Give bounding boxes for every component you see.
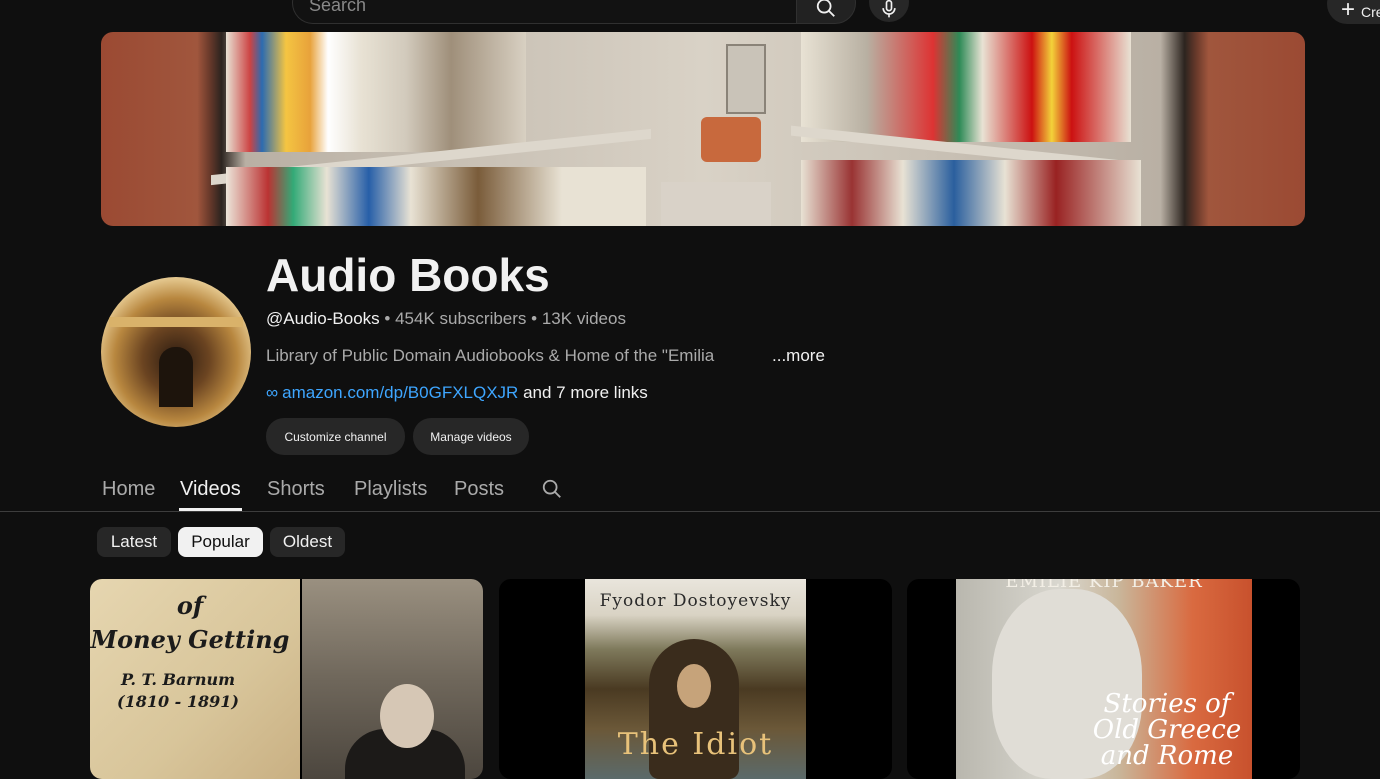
manage-videos-button[interactable]: Manage videos [413, 418, 529, 455]
chip-popular-label: Popular [191, 532, 250, 551]
banner-books-left [226, 32, 526, 152]
link-icon: ∞ [266, 383, 279, 402]
thumbnail-author: Fyodor Dostoyevsky [599, 591, 792, 611]
banner-books-right-lower [801, 160, 1141, 226]
microphone-icon [882, 0, 896, 18]
thumbnail-title-line: and Rome [1100, 741, 1234, 771]
video-count: 13K videos [541, 309, 626, 328]
channel-links: ∞ amazon.com/dp/B0GFXLQXJR and 7 more lin… [266, 383, 648, 403]
video-thumbnail[interactable]: EMILIE KIP BAKER Stories of Old Greece a… [907, 579, 1300, 779]
banner-floor [661, 182, 771, 226]
search-input[interactable]: Search [292, 0, 796, 24]
banner-chairs [701, 117, 761, 162]
thumbnail-text: P. T. Barnum [120, 670, 236, 689]
channel-search-button[interactable] [541, 478, 563, 505]
video-thumbnail[interactable]: Fyodor Dostoyevsky The Idiot [499, 579, 892, 779]
thumbnail-title: Stories of Old Greece and Rome [1077, 691, 1257, 769]
thumbnail-text: (1810 - 1891) [117, 692, 239, 711]
chip-popular[interactable]: Popular [178, 527, 263, 557]
plus-icon: + [1341, 0, 1356, 23]
channel-banner [101, 32, 1305, 226]
thumbnail-text: Money Getting [90, 625, 290, 654]
active-tab-indicator [179, 508, 242, 511]
thumbnail-title-line: Stories of [1103, 689, 1231, 719]
tab-videos[interactable]: Videos [180, 478, 241, 501]
tab-shorts[interactable]: Shorts [267, 478, 325, 501]
customize-channel-button[interactable]: Customize channel [266, 418, 405, 455]
avatar-gallery [109, 317, 243, 327]
customize-channel-label: Customize channel [284, 429, 387, 444]
thumbnail-title-line: Old Greece [1092, 715, 1242, 745]
banner-books-right [801, 32, 1131, 142]
tab-home[interactable]: Home [102, 478, 155, 501]
channel-title: Audio Books [266, 249, 550, 301]
search-icon [816, 0, 835, 17]
tab-playlists[interactable]: Playlists [354, 478, 427, 501]
avatar-arch [159, 347, 193, 407]
chip-oldest-label: Oldest [282, 532, 333, 551]
voice-search-button[interactable] [869, 0, 909, 22]
meta-separator: • [531, 309, 538, 328]
subscriber-count: 454K subscribers [395, 309, 527, 328]
create-label: Create [1361, 4, 1380, 20]
chip-oldest[interactable]: Oldest [270, 527, 345, 557]
channel-link[interactable]: amazon.com/dp/B0GFXLQXJR [282, 383, 518, 402]
channel-description[interactable]: Library of Public Domain Audiobooks & Ho… [266, 346, 714, 366]
video-thumbnail[interactable]: of Money Getting P. T. Barnum (1810 - 18… [90, 579, 483, 779]
thumbnail-face [677, 664, 711, 708]
thumbnail-portrait-head [380, 684, 434, 748]
create-button[interactable]: + Create [1327, 0, 1380, 24]
chip-latest[interactable]: Latest [97, 527, 171, 557]
channel-tabs: Home Videos Shorts Playlists Posts [0, 466, 1380, 512]
channel-avatar[interactable] [101, 277, 251, 427]
channel-meta: @Audio-Books • 454K subscribers • 13K vi… [266, 309, 626, 329]
manage-videos-label: Manage videos [430, 429, 512, 444]
search-button[interactable] [796, 0, 856, 24]
thumbnail-text: of [176, 591, 204, 620]
more-links-button[interactable]: and 7 more links [523, 383, 648, 402]
chip-latest-label: Latest [110, 532, 158, 551]
description-more-button[interactable]: ...more [772, 346, 825, 366]
thumbnail-title: The Idiot [617, 727, 774, 762]
tab-posts[interactable]: Posts [454, 478, 504, 501]
banner-books-left-lower [226, 167, 646, 226]
thumbnail-author: EMILIE KIP BAKER [1005, 579, 1203, 592]
search-icon [542, 479, 561, 498]
channel-handle: @Audio-Books [266, 309, 380, 328]
banner-doorway [726, 44, 766, 114]
search-placeholder: Search [309, 0, 367, 15]
meta-separator: • [384, 309, 391, 328]
